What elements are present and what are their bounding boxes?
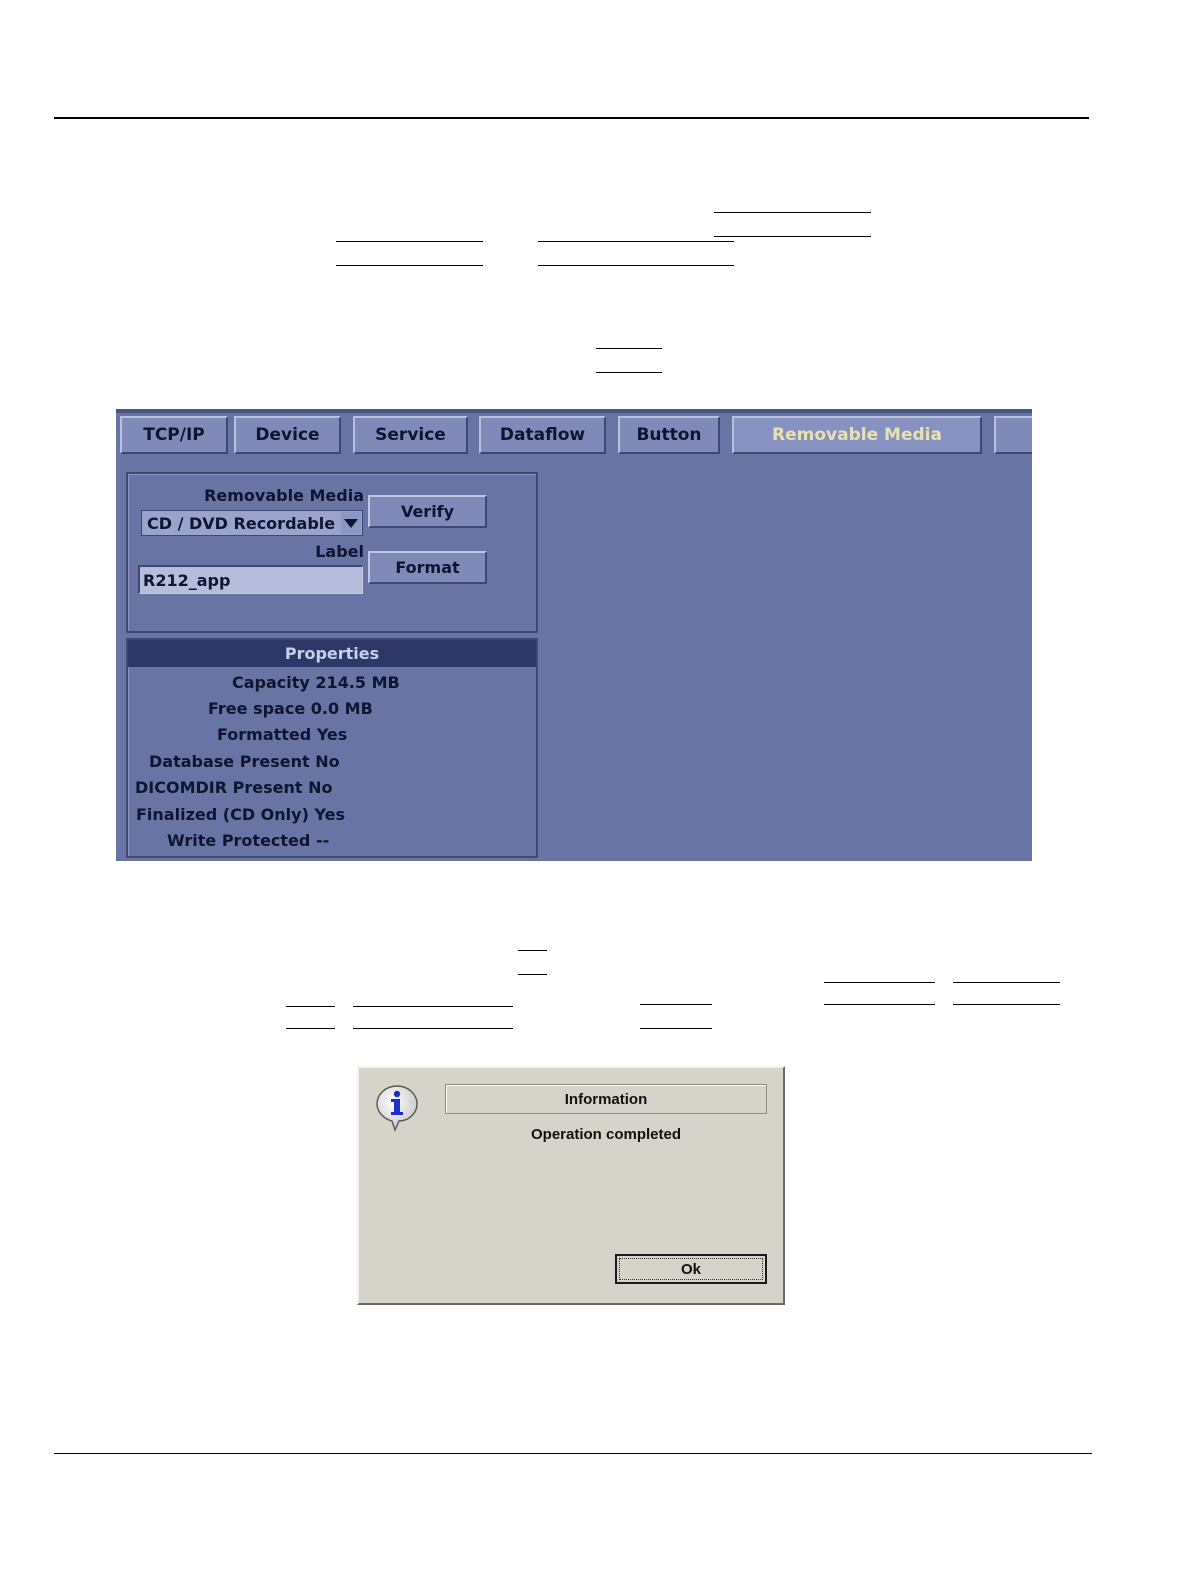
screen-top-strip [116, 409, 1032, 413]
text-underline [518, 950, 547, 951]
text-underline [538, 265, 734, 266]
removable-media-screen: TCP/IP Device Service Dataflow Button Re… [116, 409, 1032, 861]
dialog-title: Information [445, 1084, 767, 1114]
text-underline [353, 1028, 513, 1029]
removable-media-label: Removable Media [204, 486, 364, 505]
format-button[interactable]: Format [368, 551, 487, 584]
removable-media-value: CD / DVD Recordable [147, 513, 336, 533]
ok-button[interactable]: Ok [615, 1254, 767, 1284]
text-underline [336, 241, 483, 242]
property-database-present: Database Present No [149, 752, 340, 771]
tab-device[interactable]: Device [234, 416, 341, 454]
tab-next[interactable] [994, 416, 1032, 454]
text-underline [640, 1004, 712, 1005]
text-underline [596, 372, 662, 373]
text-underline [353, 1006, 513, 1007]
removable-media-select[interactable]: CD / DVD Recordable [141, 510, 363, 536]
properties-header: Properties [128, 640, 536, 667]
tab-button[interactable]: Button [618, 416, 720, 454]
text-underline [286, 1006, 335, 1007]
text-underline [714, 212, 871, 213]
properties-panel: Properties Capacity 214.5 MB Free space … [126, 638, 538, 858]
tab-tcpip[interactable]: TCP/IP [120, 416, 228, 454]
property-free-space: Free space 0.0 MB [208, 699, 373, 718]
label-field-label: Label [315, 542, 364, 561]
text-underline [953, 982, 1060, 983]
header-rule [54, 117, 1089, 119]
tab-removable-media[interactable]: Removable Media [732, 416, 982, 454]
text-underline [596, 348, 662, 349]
label-input[interactable]: R212_app [138, 565, 363, 594]
property-finalized: Finalized (CD Only) Yes [136, 805, 345, 824]
information-dialog: Information Operation completed Ok [357, 1066, 785, 1305]
property-formatted: Formatted Yes [217, 725, 348, 744]
info-icon [376, 1085, 418, 1132]
text-underline [714, 236, 871, 237]
text-underline [336, 265, 483, 266]
dialog-message: Operation completed [530, 1126, 682, 1143]
footer-rule [54, 1453, 1092, 1454]
text-underline [953, 1004, 1060, 1005]
text-underline [640, 1028, 712, 1029]
verify-button[interactable]: Verify [368, 495, 487, 528]
chevron-down-icon[interactable] [341, 512, 361, 534]
text-underline [824, 1004, 935, 1005]
text-underline [824, 982, 935, 983]
tab-service[interactable]: Service [353, 416, 468, 454]
tab-dataflow[interactable]: Dataflow [479, 416, 606, 454]
property-write-protected: Write Protected -- [167, 831, 330, 850]
property-dicomdir-present: DICOMDIR Present No [135, 778, 333, 797]
text-underline [286, 1028, 335, 1029]
property-capacity: Capacity 214.5 MB [232, 673, 400, 692]
text-underline [518, 974, 547, 975]
text-underline [538, 241, 734, 242]
media-panel: Removable Media CD / DVD Recordable Veri… [126, 472, 538, 633]
